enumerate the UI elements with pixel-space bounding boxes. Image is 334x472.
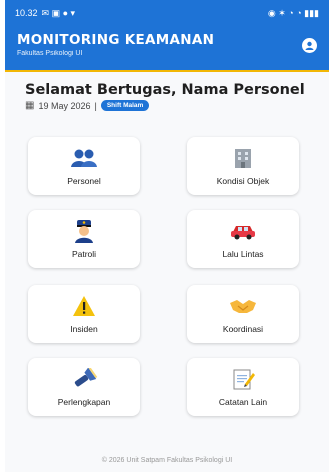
header-accent-line <box>5 70 329 72</box>
greeting-title: Selamat Bertugas, Nama Personel <box>25 82 305 98</box>
app-screen: 10.32 ✉ ▣ ● ▾ ◉ ✶ ◔ ◔ ▮▮▮ MONITORING KEA… <box>5 0 329 472</box>
user-icon <box>305 41 314 50</box>
memo-icon <box>231 367 255 391</box>
menu-card-koordinasi[interactable]: Koordinasi <box>187 285 299 343</box>
people-icon <box>69 146 99 170</box>
greeting-section: Selamat Bertugas, Nama Personel ▦ 19 May… <box>25 82 315 111</box>
menu-label: Kondisi Objek <box>216 176 270 186</box>
menu-label: Insiden <box>70 324 98 334</box>
menu-card-kondisi-objek[interactable]: Kondisi Objek <box>187 137 299 195</box>
calendar-icon: ▦ <box>25 100 35 111</box>
menu-card-insiden[interactable]: Insiden <box>28 285 140 343</box>
building-icon <box>232 146 254 170</box>
menu-label: Perlengkapan <box>57 397 111 407</box>
app-title: MONITORING KEAMANAN <box>17 32 215 48</box>
status-bar: 10.32 ✉ ▣ ● ▾ ◉ ✶ ◔ ◔ ▮▮▮ <box>5 0 329 26</box>
date-text: 19 May 2026 <box>38 100 91 111</box>
flashlight-icon <box>70 367 98 391</box>
car-icon <box>230 219 256 243</box>
menu-card-lalu-lintas[interactable]: Lalu Lintas <box>187 210 299 268</box>
menu-card-patroli[interactable]: Patroli <box>28 210 140 268</box>
app-subtitle: Fakultas Psikologi UI <box>17 50 83 57</box>
menu-card-perlengkapan[interactable]: Perlengkapan <box>28 358 140 416</box>
status-time: 10.32 <box>15 8 38 18</box>
police-officer-icon <box>73 219 95 243</box>
warning-icon <box>72 294 96 318</box>
menu-label: Patroli <box>71 249 97 259</box>
profile-button[interactable] <box>302 38 317 53</box>
signal-battery-icons: ◉ ✶ ◔ ◔ ▮▮▮ <box>267 7 319 18</box>
app-header: MONITORING KEAMANAN Fakultas Psikologi U… <box>5 26 329 70</box>
footer-text: © 2026 Unit Satpam Fakultas Psikologi UI <box>101 457 233 464</box>
menu-label: Lalu Lintas <box>222 249 264 259</box>
menu-label: Catatan Lain <box>218 397 268 407</box>
handshake-icon <box>229 294 257 318</box>
menu-label: Personel <box>67 176 101 186</box>
date-row: ▦ 19 May 2026 | Shift Malam <box>25 100 315 111</box>
menu-card-catatan-lain[interactable]: Catatan Lain <box>187 358 299 416</box>
shift-badge: Shift Malam <box>100 100 150 111</box>
menu-card-personel[interactable]: Personel <box>28 137 140 195</box>
notification-icons: ✉ ▣ ● ▾ <box>41 7 76 18</box>
menu-label: Koordinasi <box>222 324 264 334</box>
date-separator: | <box>94 100 97 111</box>
